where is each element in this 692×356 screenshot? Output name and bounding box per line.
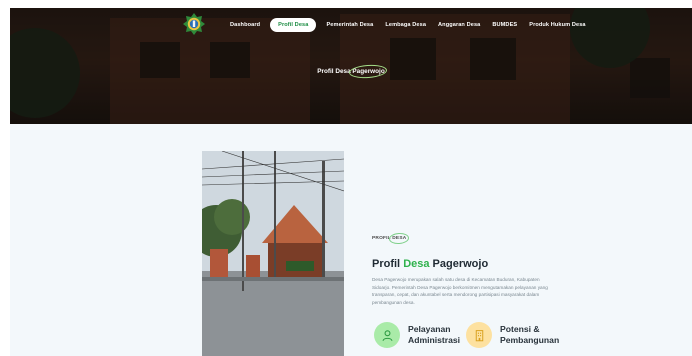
- feature-potensi: Potensi & Pembangunan: [466, 322, 559, 348]
- nav-dashboard[interactable]: Dashboard: [224, 19, 266, 31]
- hero-title-prefix: Profil Desa: [317, 68, 351, 75]
- hero-banner: Dashboard Profil Desa Pemerintah Desa Le…: [10, 8, 692, 124]
- feature-potensi-line2: Pembangunan: [500, 335, 560, 345]
- nav-anggaran-desa[interactable]: Anggaran Desa: [432, 19, 486, 31]
- nav-bumdes[interactable]: BUMDES: [486, 19, 523, 31]
- section-description: Desa Pagerwojo merupakan salah satu desa…: [372, 277, 548, 305]
- section-title: Profil Desa Pagerwojo: [372, 258, 488, 270]
- main-nav: Dashboard Profil Desa Pemerintah Desa Le…: [224, 18, 592, 32]
- village-office-photo: [202, 151, 344, 356]
- feature-potensi-line1: Potensi &: [500, 324, 540, 334]
- building-icon: [466, 322, 492, 348]
- section-badge: PROFIL DESA: [372, 236, 406, 241]
- section-title-prefix: Profil: [372, 258, 401, 270]
- nav-pemerintah-desa[interactable]: Pemerintah Desa: [320, 19, 379, 31]
- feature-pelayanan-line1: Pelayanan: [408, 324, 451, 334]
- village-logo-icon[interactable]: [182, 12, 206, 36]
- feature-pelayanan: Pelayanan Administrasi: [374, 322, 460, 348]
- hero-title-highlight: Pagerwojo: [352, 68, 385, 75]
- badge-highlight: DESA: [392, 236, 407, 241]
- section-title-suffix: Pagerwojo: [432, 258, 489, 270]
- nav-profil-desa[interactable]: Profil Desa: [270, 18, 317, 32]
- badge-prefix: PROFIL: [372, 236, 391, 241]
- nav-lembaga-desa[interactable]: Lembaga Desa: [379, 19, 432, 31]
- hero-title: Profil Desa Pagerwojo: [10, 68, 692, 75]
- user-service-icon: [374, 322, 400, 348]
- page-frame: Dashboard Profil Desa Pemerintah Desa Le…: [10, 8, 692, 356]
- section-title-highlight: Desa: [403, 258, 430, 270]
- feature-pelayanan-line2: Administrasi: [408, 335, 461, 345]
- nav-produk-hukum-desa[interactable]: Produk Hukum Desa: [523, 19, 591, 31]
